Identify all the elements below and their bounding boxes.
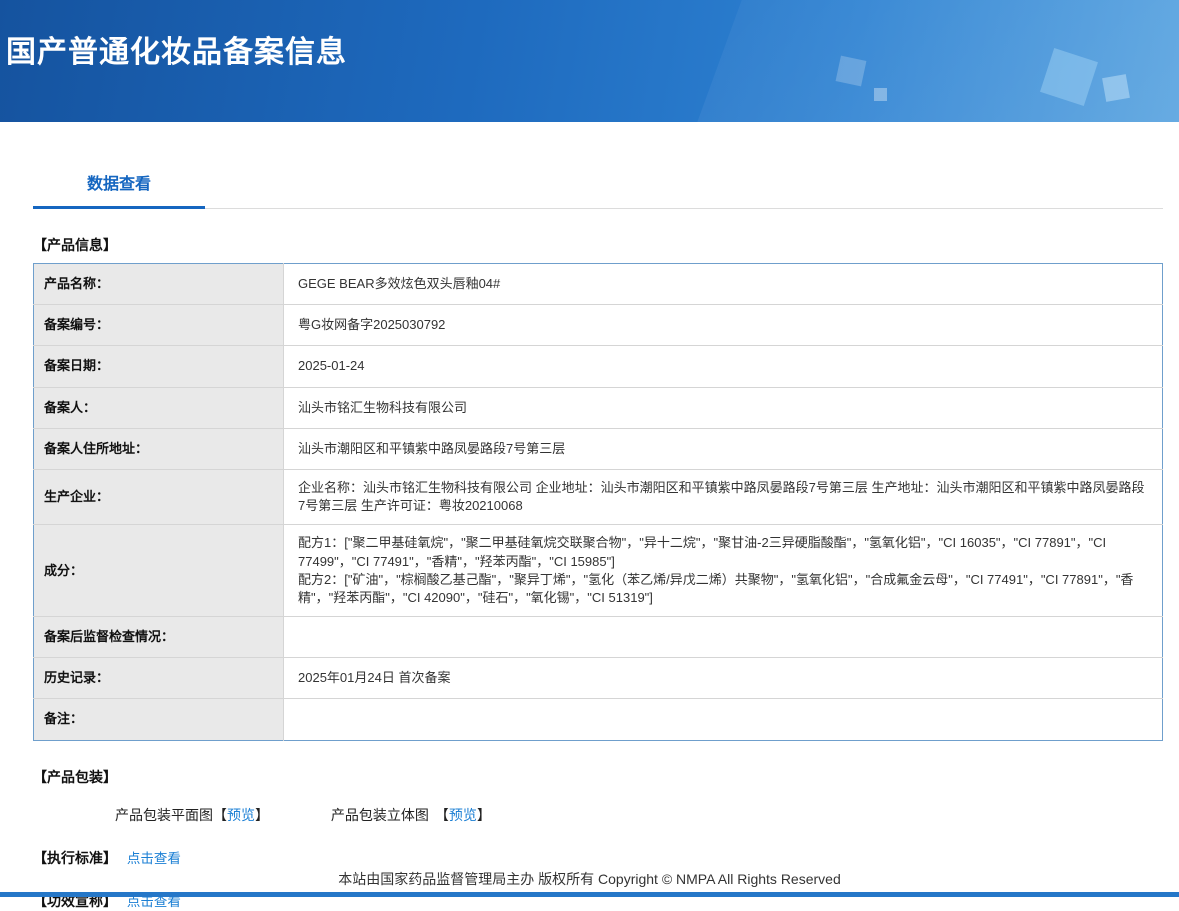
bracket-open: 【 (213, 806, 227, 823)
bracket-open: 【 (434, 806, 449, 823)
packaging-flat-label: 产品包装平面图 (115, 806, 213, 823)
table-row: 备案后监督检查情况： (33, 616, 1163, 659)
table-row: 备案日期： 2025-01-24 (33, 345, 1163, 388)
packaging-preview-line: 产品包装平面图【预览】 产品包装立体图 【预览】 (115, 805, 1163, 825)
row-label: 备案日期： (33, 345, 284, 388)
copyright-text: 本站由国家药品监督管理局主办 版权所有 Copyright © NMPA All… (338, 871, 841, 887)
packaging-stereo-preview-link[interactable]: 预览 (449, 807, 477, 823)
packaging-stereo-label: 产品包装立体图 (330, 806, 429, 823)
tab-data-view-label: 数据查看 (86, 176, 151, 193)
table-row: 备案人： 汕头市铭汇生物科技有限公司 (33, 387, 1163, 429)
table-row: 备案人住所地址： 汕头市潮阳区和平镇紫中路凤晏路段7号第三层 (33, 428, 1163, 470)
page-header: 国产普通化妆品备案信息 (0, 0, 1179, 122)
row-value: 配方1：["聚二甲基硅氧烷"，"聚二甲基硅氧烷交联聚合物"，"异十二烷"，"聚甘… (283, 524, 1163, 618)
packaging-section-title: 【产品包装】 (33, 768, 117, 785)
packaging-flat-item: 产品包装平面图【预览】 (115, 805, 269, 825)
row-label: 备案后监督检查情况： (33, 616, 284, 659)
tab-bar: 数据查看 (33, 170, 1163, 209)
table-row: 产品名称： GEGE BEAR多效炫色双头唇釉04# (33, 263, 1163, 306)
packaging-flat-preview-link[interactable]: 预览 (227, 807, 255, 823)
table-row: 成分： 配方1：["聚二甲基硅氧烷"，"聚二甲基硅氧烷交联聚合物"，"异十二烷"… (33, 524, 1163, 618)
row-value: 2025-01-24 (283, 345, 1163, 388)
row-value: 粤G妆网备字2025030792 (283, 304, 1163, 347)
row-label: 成分： (33, 524, 284, 618)
bracket-close: 】 (255, 806, 269, 823)
row-label: 产品名称： (33, 263, 284, 306)
table-row: 备案编号： 粤G妆网备字2025030792 (33, 304, 1163, 347)
bracket-close: 】 (476, 806, 491, 823)
page-footer: 本站由国家药品监督管理局主办 版权所有 Copyright © NMPA All… (0, 869, 1179, 897)
main-content: 数据查看 【产品信息】 产品名称： GEGE BEAR多效炫色双头唇釉04# 备… (33, 170, 1163, 911)
row-label: 生产企业： (33, 469, 284, 526)
row-label: 备注： (33, 698, 284, 741)
row-value: 2025年01月24日 首次备案 (283, 657, 1163, 700)
execution-standard-label: 【执行标准】 (33, 849, 117, 866)
row-value: GEGE BEAR多效炫色双头唇釉04# (283, 263, 1163, 306)
decorative-square (835, 55, 867, 87)
table-row: 历史记录： 2025年01月24日 首次备案 (33, 657, 1163, 700)
execution-standard-link[interactable]: 点击查看 (127, 851, 181, 866)
decorative-square (1102, 74, 1130, 102)
row-value (283, 616, 1163, 659)
banner-decorative-band (658, 0, 1179, 122)
product-info-table: 产品名称： GEGE BEAR多效炫色双头唇釉04# 备案编号： 粤G妆网备字2… (33, 263, 1163, 741)
row-label: 历史记录： (33, 657, 284, 700)
footer-blue-bar (0, 892, 1179, 897)
row-value: 汕头市潮阳区和平镇紫中路凤晏路段7号第三层 (283, 428, 1163, 470)
row-label: 备案人： (33, 387, 284, 429)
table-row: 备注： (33, 698, 1163, 741)
product-info-section-title: 【产品信息】 (33, 237, 117, 253)
row-value (284, 699, 1163, 740)
table-row: 生产企业： 企业名称：汕头市铭汇生物科技有限公司 企业地址：汕头市潮阳区和平镇紫… (33, 469, 1163, 526)
row-value: 汕头市铭汇生物科技有限公司 (283, 387, 1163, 429)
row-label: 备案编号： (33, 304, 284, 347)
decorative-square (874, 88, 887, 101)
row-label: 备案人住所地址： (33, 428, 284, 470)
row-value: 企业名称：汕头市铭汇生物科技有限公司 企业地址：汕头市潮阳区和平镇紫中路凤晏路段… (283, 469, 1163, 526)
packaging-stereo-item: 产品包装立体图 【预览】 (331, 805, 491, 825)
execution-standard-line: 【执行标准】 点击查看 (33, 847, 1163, 868)
tab-data-view[interactable]: 数据查看 (33, 170, 205, 209)
